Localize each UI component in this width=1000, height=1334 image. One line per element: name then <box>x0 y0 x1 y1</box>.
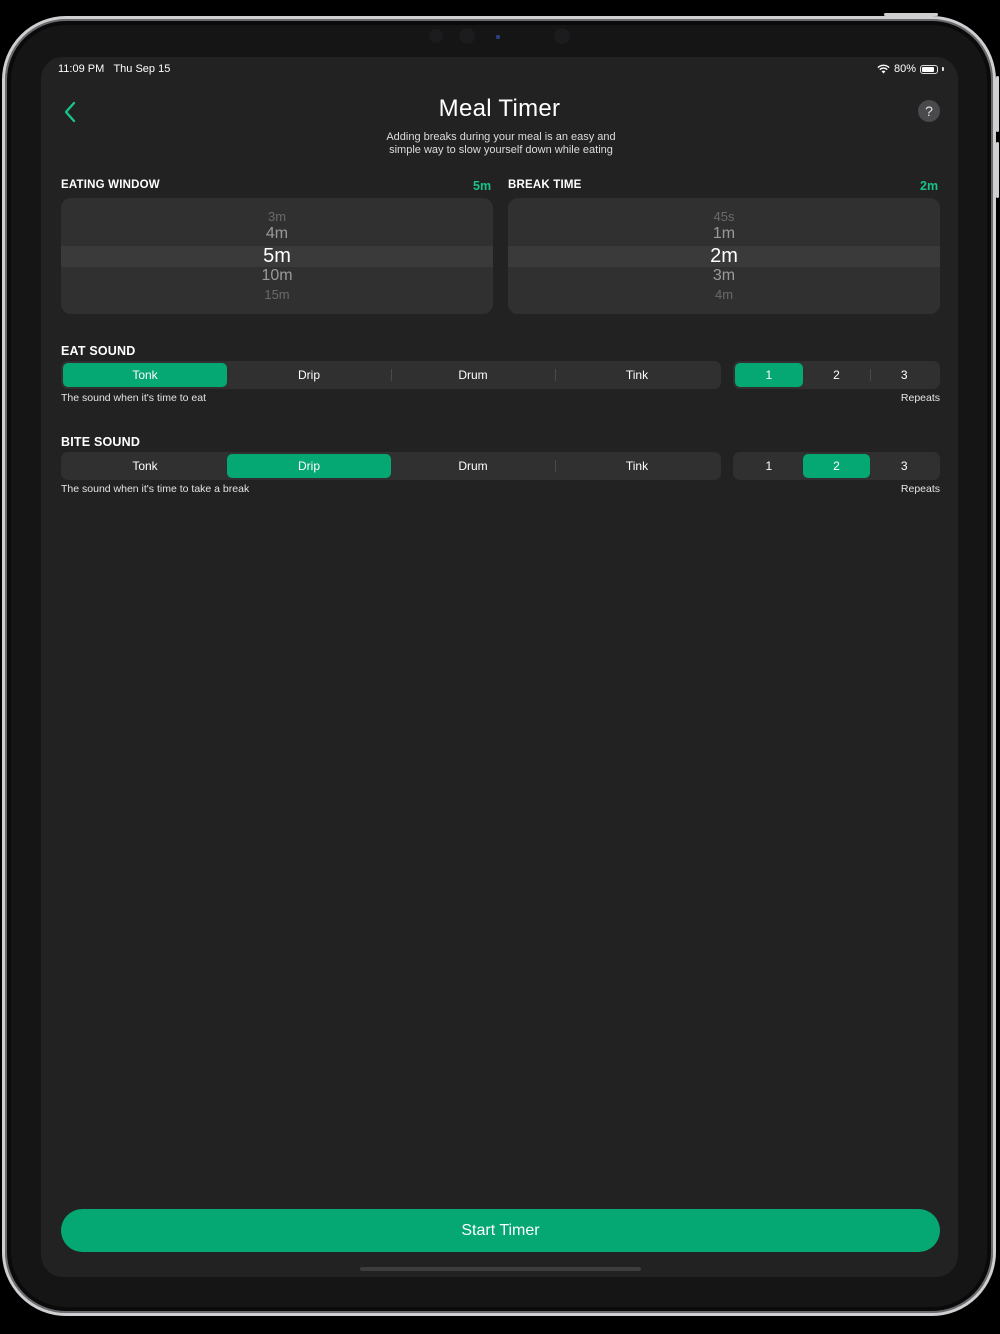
status-right: 80% <box>877 63 944 75</box>
bite-sound-option-drip[interactable]: Drip <box>227 454 391 478</box>
eat-sound-helper: The sound when it's time to eat <box>61 392 207 404</box>
help-button[interactable]: ? <box>918 100 940 122</box>
eat-sound-option-tink[interactable]: Tink <box>555 363 719 387</box>
bite-sound-option-tonk[interactable]: Tonk <box>63 454 227 478</box>
page-title: Meal Timer <box>438 95 561 122</box>
device-volume-up <box>996 76 999 132</box>
status-time: 11:09 PM Thu Sep 15 <box>58 63 171 75</box>
device-top-button <box>884 13 938 16</box>
picker-option[interactable]: 15m <box>61 287 493 301</box>
eat-sound-option-tonk[interactable]: Tonk <box>63 363 227 387</box>
camera-flash <box>554 28 570 44</box>
battery-icon <box>920 64 938 74</box>
eat-sound-option-drip[interactable]: Drip <box>227 363 391 387</box>
wifi-icon <box>877 64 890 74</box>
eating-window-picker[interactable]: 3m 4m 5m 10m 15m <box>61 198 493 314</box>
bite-sound-selector: Tonk Drip Drum Tink <box>61 452 721 480</box>
eat-repeat-option-2[interactable]: 2 <box>803 363 871 387</box>
picker-option-selected[interactable]: 5m <box>61 245 493 268</box>
picker-option[interactable]: 45s <box>508 209 940 224</box>
bite-sound-helper: The sound when it's time to take a break <box>61 483 250 495</box>
eat-sound-label: EAT SOUND <box>61 344 136 358</box>
picker-option[interactable]: 1m <box>508 225 940 243</box>
bite-repeats-selector: 1 2 3 <box>733 452 940 480</box>
eating-window-label: EATING WINDOW <box>61 179 160 191</box>
start-timer-button[interactable]: Start Timer <box>61 1209 940 1252</box>
picker-option[interactable]: 4m <box>61 225 493 243</box>
eat-repeat-option-3[interactable]: 3 <box>870 363 938 387</box>
picker-option-selected[interactable]: 2m <box>508 245 940 268</box>
picker-option[interactable]: 4m <box>508 287 940 301</box>
picker-option[interactable]: 3m <box>61 209 493 224</box>
bite-repeat-option-3[interactable]: 3 <box>870 454 938 478</box>
camera-lens <box>459 28 475 44</box>
eating-window-value: 5m <box>473 179 492 193</box>
home-indicator[interactable] <box>360 1267 641 1271</box>
device-volume-down <box>996 142 999 198</box>
eat-sound-option-drum[interactable]: Drum <box>391 363 555 387</box>
battery-percent: 80% <box>893 63 916 75</box>
page-subtitle: Adding breaks during your meal is an eas… <box>386 131 616 156</box>
bite-repeat-option-2[interactable]: 2 <box>802 454 871 478</box>
app-screen: 11:09 PM Thu Sep 15 80% Meal Timer Addin… <box>41 57 958 1277</box>
bite-sound-option-drum[interactable]: Drum <box>391 454 555 478</box>
bite-sound-label: BITE SOUND <box>61 435 141 449</box>
bite-repeats-label: Repeats <box>900 483 940 495</box>
camera-indicator <box>496 35 500 39</box>
eat-sound-selector: Tonk Drip Drum Tink <box>61 361 721 389</box>
break-time-value: 2m <box>920 179 939 193</box>
question-icon: ? <box>925 103 933 119</box>
picker-option[interactable]: 10m <box>61 267 493 285</box>
bite-sound-option-tink[interactable]: Tink <box>555 454 719 478</box>
break-time-picker[interactable]: 45s 1m 2m 3m 4m <box>508 198 940 314</box>
status-bar: 11:09 PM Thu Sep 15 80% <box>58 63 944 77</box>
break-time-label: BREAK TIME <box>508 179 582 191</box>
bite-repeat-option-1[interactable]: 1 <box>735 454 803 478</box>
eat-repeats-label: Repeats <box>900 392 940 404</box>
eat-repeats-selector: 1 2 3 <box>733 361 940 389</box>
picker-option[interactable]: 3m <box>508 267 940 285</box>
camera-sensor <box>429 29 443 43</box>
eat-repeat-option-1[interactable]: 1 <box>735 363 803 387</box>
